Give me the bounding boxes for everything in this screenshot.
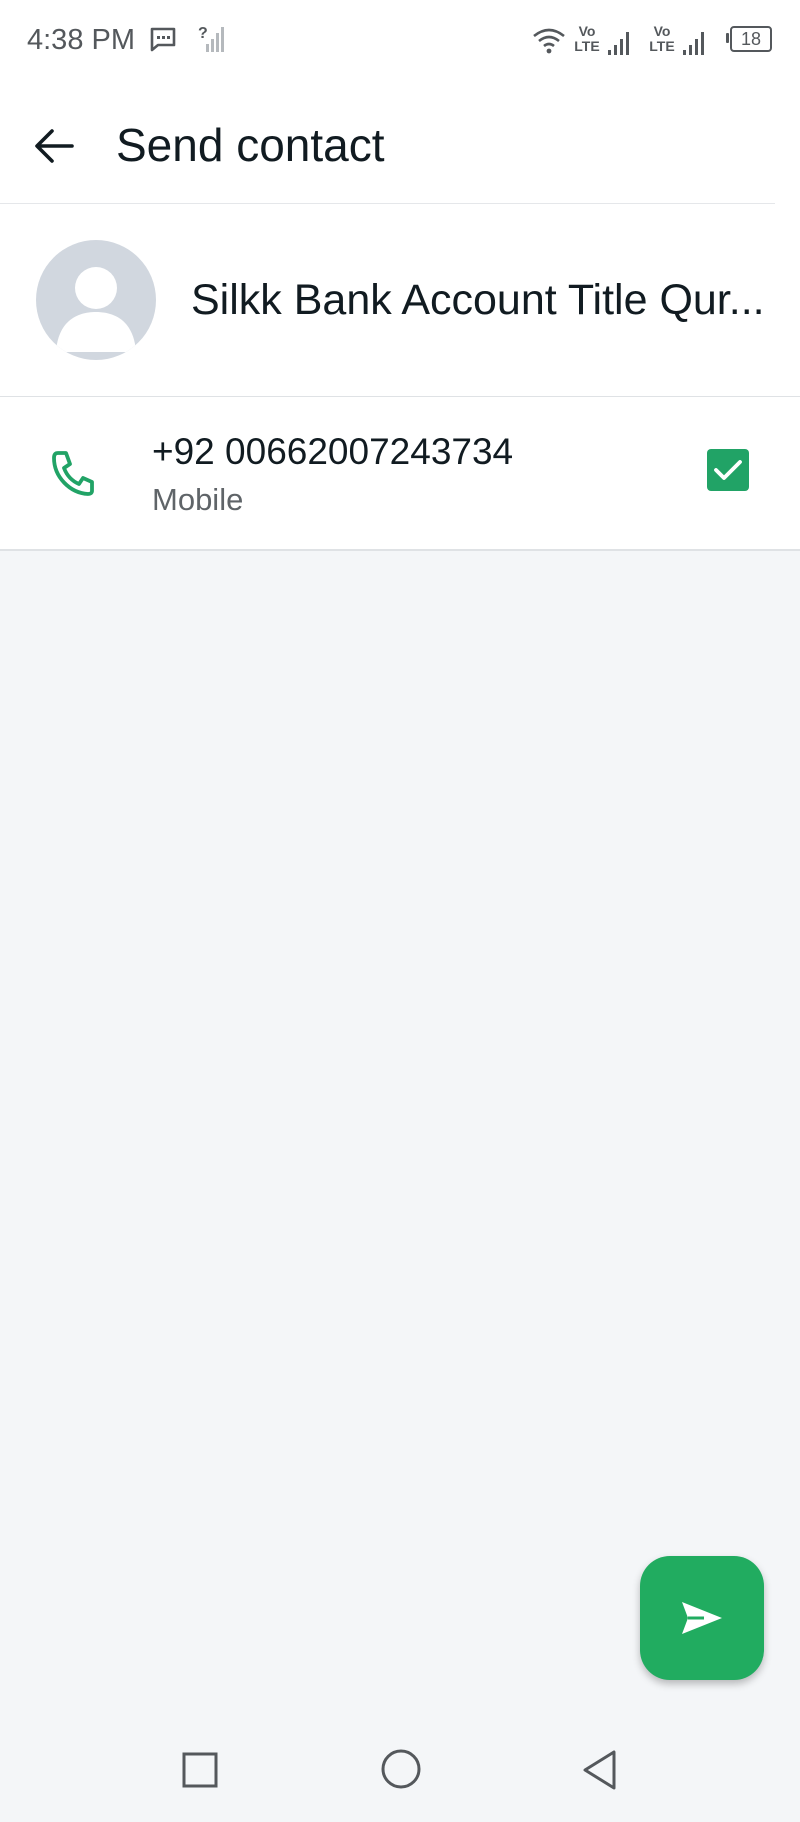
system-nav-bar [0, 1722, 800, 1822]
battery-nub [726, 33, 729, 43]
circle-icon [381, 1749, 421, 1789]
home-button[interactable] [379, 1747, 423, 1796]
arrow-left-icon [35, 129, 74, 163]
status-bar: 4:38 PM ? Vo LTE Vo LTE 18 [0, 0, 800, 82]
sim1-volte-label: Vo LTE [574, 23, 600, 54]
contact-name: Silkk Bank Account Title Qur... [191, 276, 765, 324]
system-back-button[interactable] [580, 1748, 620, 1797]
phone-entry-row[interactable]: +92 00662007243734 Mobile [0, 397, 800, 551]
triangle-back-icon [583, 1750, 616, 1790]
back-button[interactable] [22, 114, 86, 178]
battery-icon: 18 [726, 26, 772, 52]
phone-type-label: Mobile [152, 482, 244, 517]
checkmark-icon [714, 460, 742, 480]
battery-level: 18 [730, 26, 772, 52]
no-sim-icon: ? [198, 24, 226, 59]
send-button[interactable] [640, 1556, 764, 1680]
svg-text:?: ? [198, 25, 208, 42]
phone-select-checkbox[interactable] [707, 449, 749, 491]
square-icon [182, 1752, 218, 1788]
status-time: 4:38 PM [27, 24, 135, 56]
recent-apps-button[interactable] [180, 1750, 220, 1795]
phone-number: +92 00662007243734 [152, 431, 514, 472]
app-bar: Send contact [0, 82, 800, 204]
phone-icon [50, 449, 94, 502]
contact-header: Silkk Bank Account Title Qur... [0, 204, 800, 397]
default-avatar-icon [56, 267, 136, 352]
avatar [36, 240, 156, 360]
send-icon [682, 1602, 722, 1634]
message-icon [149, 26, 177, 57]
page-title: Send contact [116, 119, 385, 171]
sim2-volte-label: Vo LTE [649, 23, 675, 54]
wifi-icon [532, 28, 566, 59]
